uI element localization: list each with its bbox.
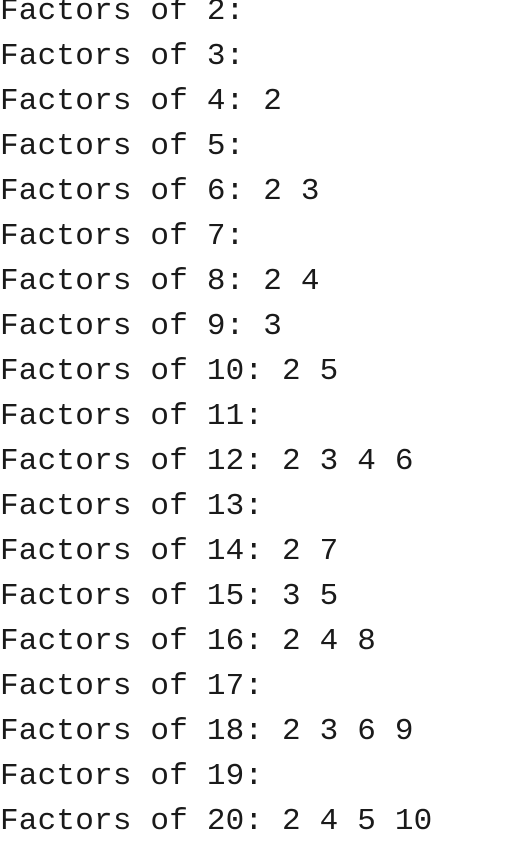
output-line: Factors of 2: [0,0,245,29]
output-line: Factors of 16: 2 4 8 [0,624,377,659]
output-line: Factors of 12: 2 3 4 6 [0,444,414,479]
output-line: Factors of 10: 2 5 [0,354,339,389]
output-line: Factors of 19: [0,759,264,794]
output-line: Factors of 3: [0,39,245,74]
output-line: Factors of 14: 2 7 [0,534,339,569]
console-output: Factors of 2: Factors of 3: Factors of 4… [0,0,512,839]
output-line: Factors of 6: 2 3 [0,174,320,209]
output-line: Factors of 17: [0,669,264,704]
output-line: Factors of 4: 2 [0,84,283,119]
output-line: Factors of 9: 3 [0,309,283,344]
output-line: Factors of 15: 3 5 [0,579,339,614]
output-line: Factors of 11: [0,399,264,434]
output-line: Factors of 13: [0,489,264,524]
output-line: Factors of 7: [0,219,245,254]
output-line: Factors of 18: 2 3 6 9 [0,714,414,749]
output-line: Factors of 5: [0,129,245,164]
output-line: Factors of 8: 2 4 [0,264,320,299]
output-line: Factors of 20: 2 4 5 10 [0,804,433,839]
